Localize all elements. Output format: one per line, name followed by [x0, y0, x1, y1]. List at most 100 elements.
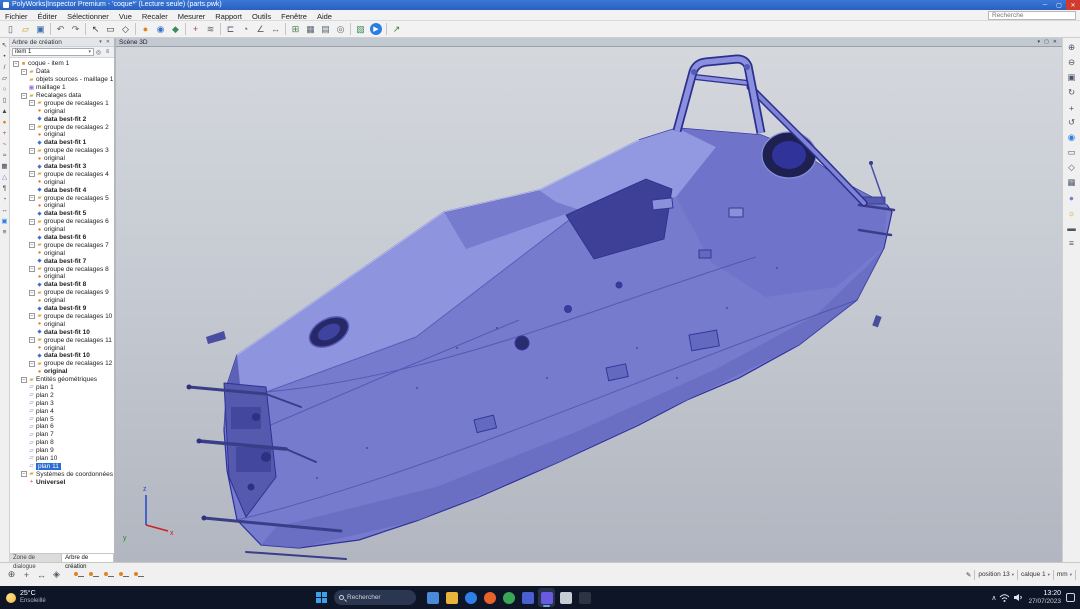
- tree-item[interactable]: −▰Entités géométriques: [10, 376, 114, 384]
- terminal-taskbar-icon[interactable]: [576, 588, 593, 607]
- tree-item[interactable]: −▰groupe de recalages 10: [10, 313, 114, 321]
- zoom-in-icon[interactable]: ⊕: [1065, 41, 1079, 54]
- tree-item[interactable]: ▱plan 2: [10, 391, 114, 399]
- 3d-viewport[interactable]: z x y: [116, 47, 1062, 562]
- probe-compare-icon[interactable]: [132, 569, 145, 581]
- save-icon[interactable]: ▣: [33, 22, 48, 36]
- tree-item[interactable]: −▰groupe de recalages 8: [10, 265, 114, 273]
- iso-view-icon[interactable]: ◇: [1065, 161, 1079, 174]
- front-view-icon[interactable]: ▭: [1065, 146, 1079, 159]
- tree-item[interactable]: ●original: [10, 131, 114, 139]
- tree-expander-icon[interactable]: −: [29, 337, 35, 343]
- tree-item[interactable]: ●original: [10, 107, 114, 115]
- zoom-fit-icon[interactable]: ▣: [1065, 71, 1079, 84]
- menu-item[interactable]: Outils: [247, 12, 276, 21]
- menu-item[interactable]: Mesurer: [173, 12, 211, 21]
- options-icon[interactable]: ≡: [0, 227, 9, 237]
- mesh-tool-icon[interactable]: △: [0, 172, 9, 182]
- tree-expander-icon[interactable]: −: [29, 313, 35, 319]
- tree-item[interactable]: ◆data best-fit 8: [10, 281, 114, 289]
- tree-item[interactable]: ◆data best-fit 9: [10, 305, 114, 313]
- shaded-mode-icon[interactable]: ●: [1065, 191, 1079, 204]
- tree-item[interactable]: −▰groupe de recalages 12: [10, 360, 114, 368]
- tree-expander-icon[interactable]: −: [29, 266, 35, 272]
- pan-horizontal-icon[interactable]: ↔: [34, 568, 49, 582]
- tree-item[interactable]: −▰groupe de recalages 9: [10, 289, 114, 297]
- tree-expander-icon[interactable]: −: [29, 361, 35, 367]
- tree-item[interactable]: −▰groupe de recalages 5: [10, 194, 114, 202]
- visibility-eye-icon[interactable]: ◉: [1065, 131, 1079, 144]
- tree-expander-icon[interactable]: −: [29, 219, 35, 225]
- best-fit-alignment-icon[interactable]: ◉: [153, 22, 168, 36]
- chrome-browser-taskbar-icon[interactable]: [500, 588, 517, 607]
- tab-arbre-de-creation[interactable]: Arbre de création: [62, 554, 114, 562]
- measure-tool-icon[interactable]: ↔: [0, 205, 9, 215]
- tree-expander-icon[interactable]: −: [13, 61, 19, 67]
- tree-item[interactable]: −▰groupe de recalages 6: [10, 218, 114, 226]
- status-position[interactable]: position 13 ▾: [975, 571, 1017, 578]
- probe-plane-icon[interactable]: [117, 569, 130, 581]
- tree-item[interactable]: ●original: [10, 249, 114, 257]
- firefox-browser-taskbar-icon[interactable]: [481, 588, 498, 607]
- tree-item[interactable]: ◆data best-fit 2: [10, 115, 114, 123]
- camera-view-icon[interactable]: ▣: [0, 216, 9, 226]
- panel-close-icon[interactable]: ✕: [104, 39, 112, 45]
- item-filter-combobox[interactable]: item 1 ▾: [12, 48, 94, 56]
- caliper-measure-icon[interactable]: ⊏: [223, 22, 238, 36]
- tree-item[interactable]: −▰Data: [10, 68, 114, 76]
- create-cylinder-icon[interactable]: ▯: [0, 95, 9, 105]
- taskbar-search[interactable]: Rechercher: [334, 590, 416, 605]
- view-cube-icon[interactable]: ◈: [49, 568, 64, 582]
- select-freeform-icon[interactable]: ◇: [118, 22, 133, 36]
- menu-item[interactable]: Sélectionner: [62, 12, 114, 21]
- tree-expander-icon[interactable]: −: [21, 471, 27, 477]
- create-polyline-icon[interactable]: ≈: [0, 150, 9, 160]
- move-view-icon[interactable]: +: [19, 568, 34, 582]
- tree-item[interactable]: −▰groupe de recalages 4: [10, 170, 114, 178]
- notepad-taskbar-icon[interactable]: [557, 588, 574, 607]
- tree-expander-icon[interactable]: −: [29, 242, 35, 248]
- minimize-button[interactable]: ─: [1038, 0, 1052, 10]
- tree-item[interactable]: ▱plan 10: [10, 455, 114, 463]
- undo-icon[interactable]: ↶: [53, 22, 68, 36]
- report-editor-icon[interactable]: ▤: [318, 22, 333, 36]
- tree-item[interactable]: ▱plan 7: [10, 431, 114, 439]
- select-pointer-icon[interactable]: ↖: [88, 22, 103, 36]
- create-curve-icon[interactable]: ~: [0, 139, 9, 149]
- gauge-measure-icon[interactable]: ◔: [238, 22, 253, 36]
- create-line-icon[interactable]: /: [0, 62, 9, 72]
- wireframe-mode-icon[interactable]: ▦: [1065, 176, 1079, 189]
- tree-item[interactable]: −▰groupe de recalages 11: [10, 336, 114, 344]
- tree-item[interactable]: ●original: [10, 320, 114, 328]
- tree-item[interactable]: ▱plan 8: [10, 439, 114, 447]
- start-button[interactable]: [316, 592, 328, 604]
- tree-expander-icon[interactable]: −: [21, 69, 27, 75]
- create-surface-icon[interactable]: ▦: [0, 161, 9, 171]
- tree-item[interactable]: ◆data best-fit 4: [10, 186, 114, 194]
- probe-device-icon[interactable]: +: [188, 22, 203, 36]
- tree-item[interactable]: ▱plan 3: [10, 399, 114, 407]
- center-pivot-icon[interactable]: ⊕: [4, 568, 19, 582]
- align-surfaces-icon[interactable]: ●: [138, 22, 153, 36]
- tree-item[interactable]: −▰Recalages data: [10, 92, 114, 100]
- gauge-tool-icon[interactable]: ◔: [0, 194, 9, 204]
- tree-item[interactable]: ▱plan 11: [10, 462, 114, 470]
- tree-item[interactable]: −▰groupe de recalages 7: [10, 241, 114, 249]
- tree-expander-icon[interactable]: −: [29, 124, 35, 130]
- feature-table-icon[interactable]: ⊞: [288, 22, 303, 36]
- tree-item[interactable]: ◆data best-fit 5: [10, 210, 114, 218]
- tree-item[interactable]: ◆data best-fit 6: [10, 234, 114, 242]
- notification-center-icon[interactable]: [1066, 593, 1075, 602]
- viewport-close-icon[interactable]: ✕: [1051, 39, 1059, 45]
- status-layer[interactable]: calque 1 ▾: [1018, 571, 1053, 578]
- select-pointer-icon[interactable]: ↖: [0, 40, 9, 50]
- tree-item[interactable]: −▰groupe de recalages 3: [10, 147, 114, 155]
- taskbar-clock[interactable]: 13:20 27/07/2023: [1028, 590, 1061, 606]
- tree-item[interactable]: ●original: [10, 178, 114, 186]
- tree-item[interactable]: ▱plan 9: [10, 447, 114, 455]
- volume-icon[interactable]: [1013, 593, 1023, 602]
- view-settings-icon[interactable]: ≡: [1065, 236, 1079, 249]
- tree-expander-icon[interactable]: −: [21, 377, 27, 383]
- tree-item[interactable]: −▰groupe de recalages 2: [10, 123, 114, 131]
- tree-item[interactable]: −■coque - item 1: [10, 60, 114, 68]
